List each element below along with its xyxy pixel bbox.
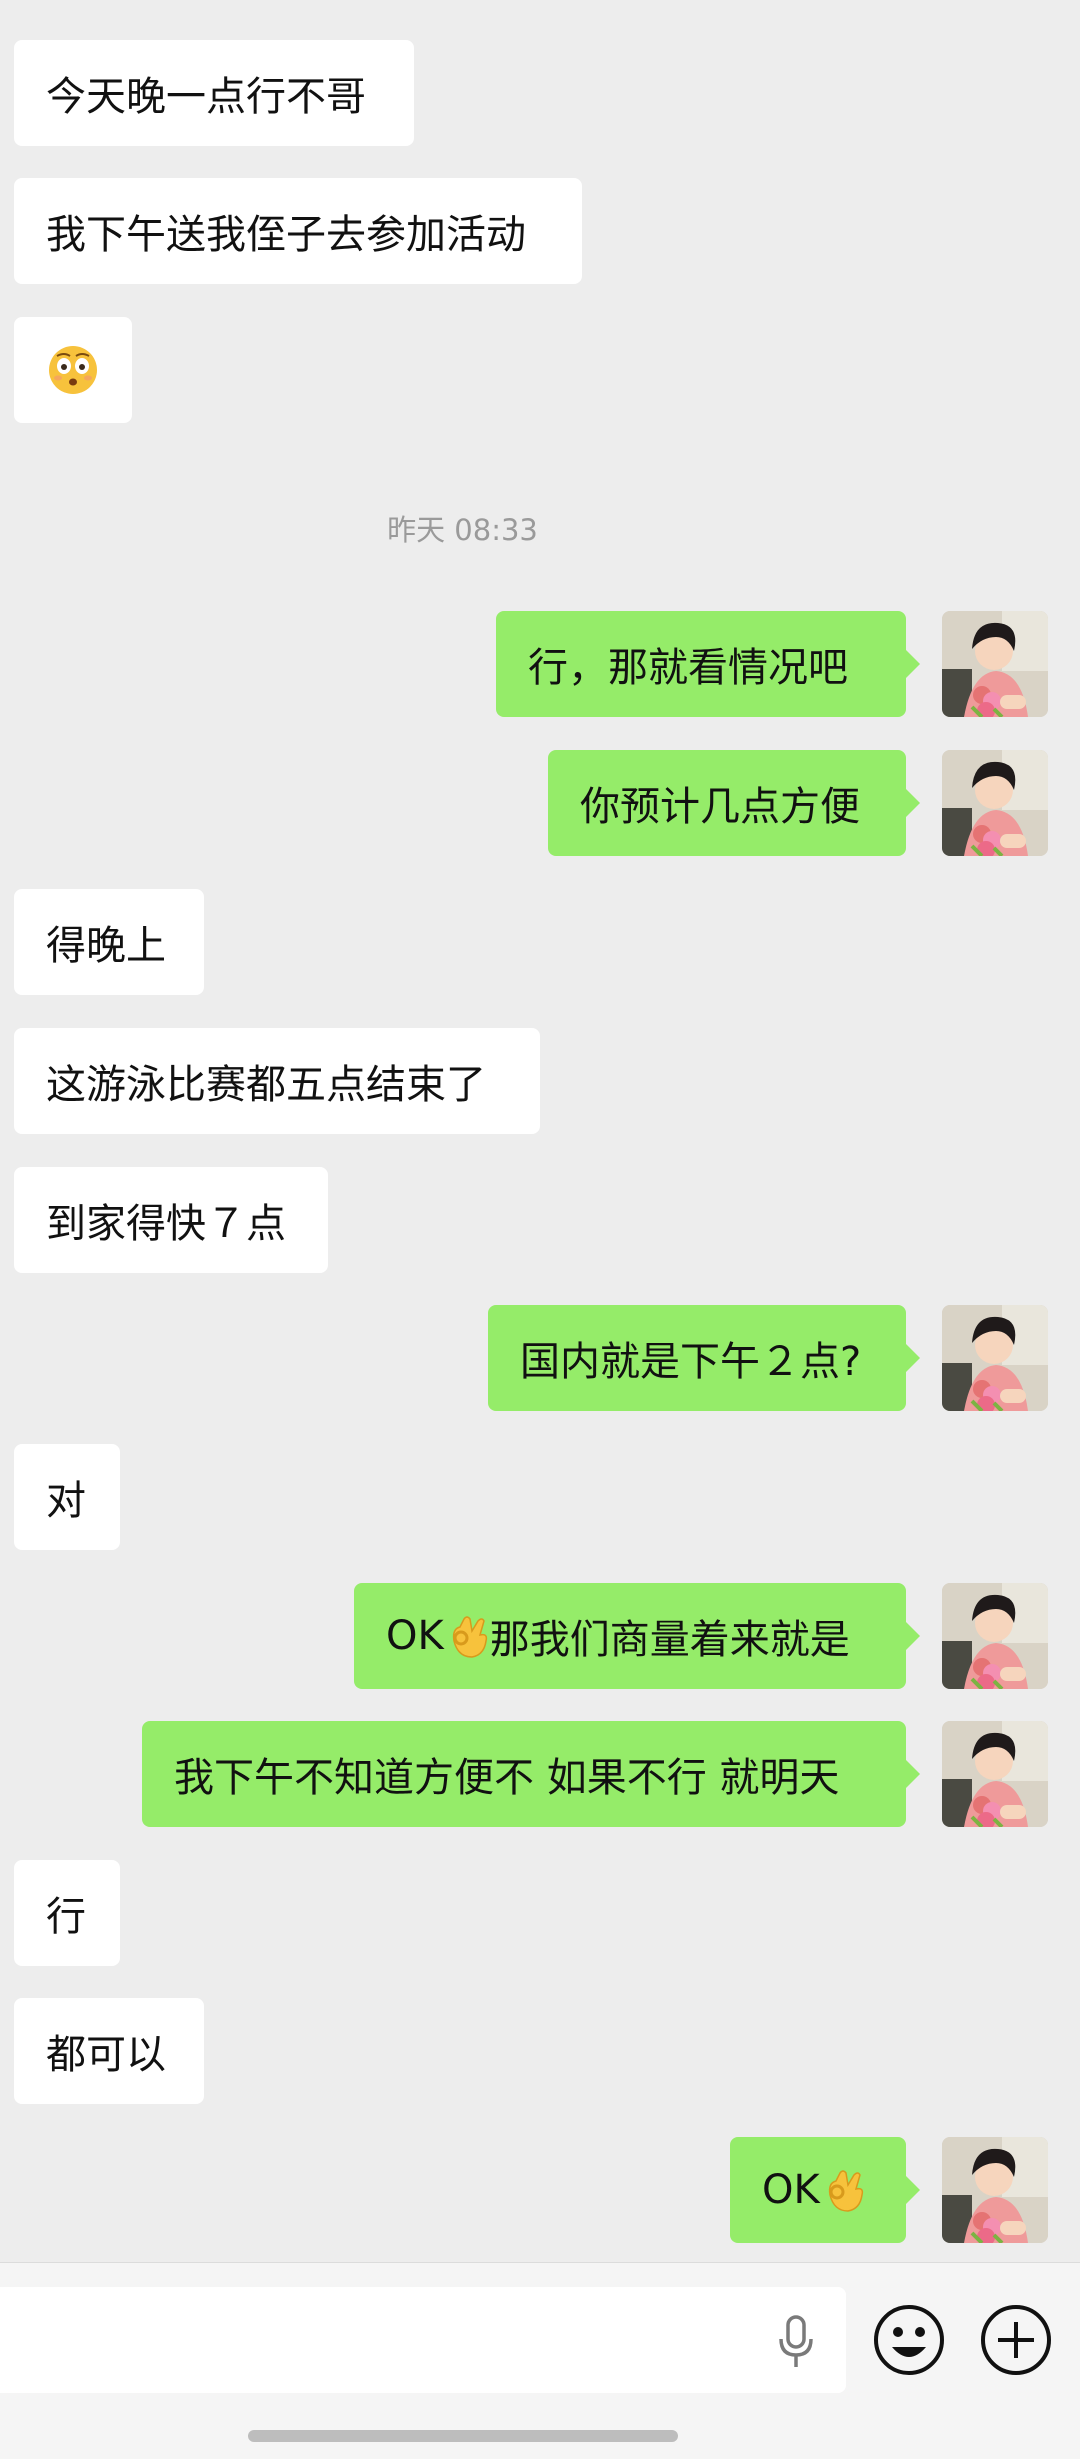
ok-hand-emoji <box>452 1616 487 1658</box>
input-bar <box>0 2262 1080 2459</box>
message-text: 行 <box>46 1894 86 1940</box>
message-prefix: OK <box>386 1613 444 1659</box>
message-text: 都可以 <box>46 2032 166 2078</box>
message-timestamp: 昨天 08:33 <box>387 513 538 547</box>
emoji-icon[interactable] <box>872 2303 946 2377</box>
flushed-face-emoji <box>49 346 97 394</box>
message-text: 得晚上 <box>46 923 166 969</box>
message-bubble[interactable]: OK 那我们商量着来就是 <box>354 1583 920 1689</box>
message-bubble[interactable]: 对 <box>14 1444 120 1550</box>
message-bubble[interactable]: OK <box>730 2137 920 2243</box>
message-text: 行，那就看情况吧 <box>528 645 848 691</box>
message-text: 我下午送我侄子去参加活动 <box>46 212 526 258</box>
message-text: 对 <box>46 1478 86 1524</box>
message-text: 我下午不知道方便不 如果不行 就明天 <box>174 1755 840 1801</box>
message-bubble[interactable]: 这游泳比赛都五点结束了 <box>14 1028 540 1134</box>
message-bubble[interactable]: 行 <box>14 1860 120 1966</box>
plus-icon[interactable] <box>979 2303 1053 2377</box>
message-bubble[interactable]: 行，那就看情况吧 <box>496 611 920 717</box>
message-text: 到家得快７点 <box>46 1201 286 1247</box>
message-bubble[interactable]: 我下午不知道方便不 如果不行 就明天 <box>142 1721 920 1827</box>
avatar[interactable] <box>942 1583 1048 1689</box>
message-text: 那我们商量着来就是 <box>489 1617 850 1663</box>
message-bubble[interactable]: 今天晚一点行不哥 <box>14 40 414 146</box>
message-text: 今天晚一点行不哥 <box>46 74 366 120</box>
avatar[interactable] <box>942 750 1048 856</box>
message-bubble[interactable]: 我下午送我侄子去参加活动 <box>14 178 582 284</box>
message-text: 这游泳比赛都五点结束了 <box>46 1062 486 1108</box>
message-bubble[interactable]: 国内就是下午２点? <box>488 1305 920 1411</box>
ok-hand-emoji <box>828 2170 863 2212</box>
avatar[interactable] <box>942 1305 1048 1411</box>
home-indicator[interactable] <box>248 2430 678 2442</box>
message-bubble[interactable]: 到家得快７点 <box>14 1167 328 1273</box>
message-text: 你预计几点方便 <box>580 784 860 830</box>
message-prefix: OK <box>762 2167 820 2213</box>
chat-history[interactable]: 今天晚一点行不哥 我下午送我侄子去参加活动 昨天 08:33 行，那就看情况吧 … <box>0 0 1080 2262</box>
message-bubble[interactable]: 都可以 <box>14 1998 204 2104</box>
message-bubble[interactable] <box>14 317 132 423</box>
message-bubble[interactable]: 得晚上 <box>14 889 204 995</box>
avatar[interactable] <box>942 611 1048 717</box>
message-input[interactable] <box>0 2287 846 2393</box>
message-text: 国内就是下午２点? <box>520 1339 862 1385</box>
avatar[interactable] <box>942 1721 1048 1827</box>
avatar[interactable] <box>942 2137 1048 2243</box>
message-bubble[interactable]: 你预计几点方便 <box>548 750 920 856</box>
microphone-icon[interactable] <box>776 2315 816 2371</box>
